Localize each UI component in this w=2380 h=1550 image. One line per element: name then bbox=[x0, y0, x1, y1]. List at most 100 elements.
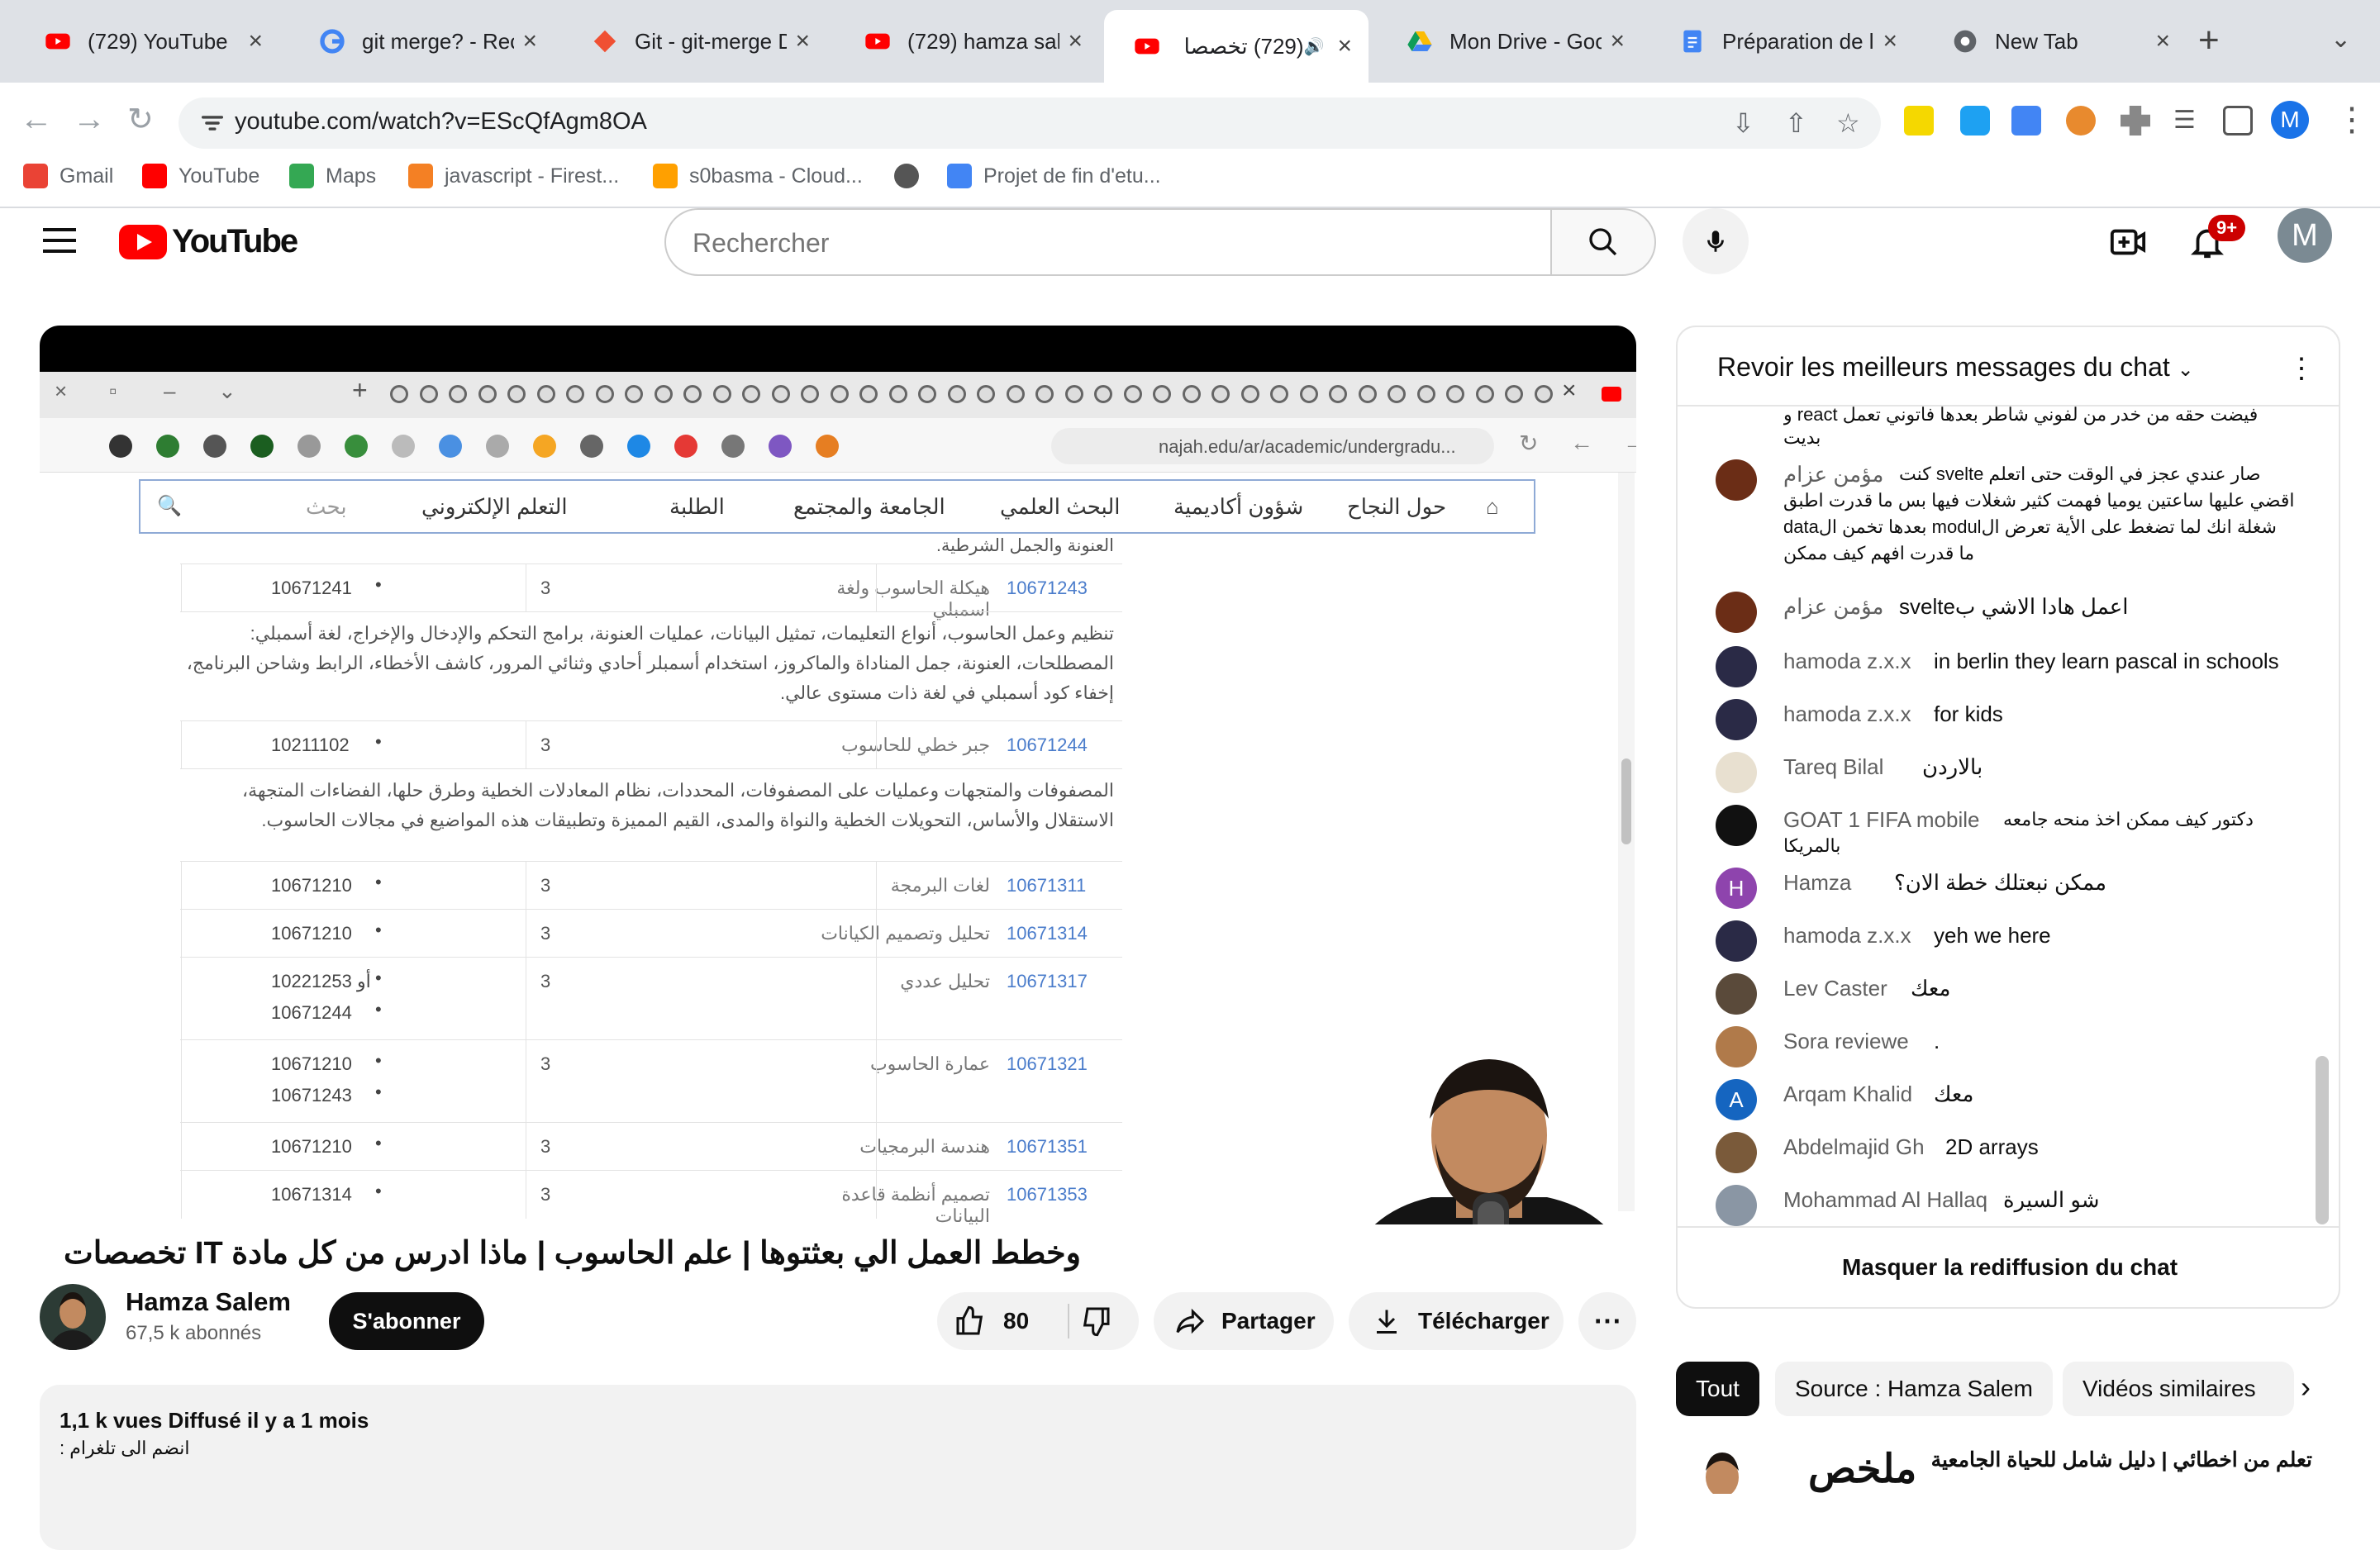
share-icon[interactable]: ⇧ bbox=[1785, 107, 1807, 139]
chat-message: مؤمن عزام صار عندي عجز في الوقت حتى اتعلم… bbox=[1716, 459, 2311, 563]
side-panel-icon[interactable] bbox=[2223, 106, 2253, 136]
chip-all[interactable]: Tout bbox=[1676, 1362, 1759, 1416]
extension-icon[interactable] bbox=[2066, 106, 2096, 136]
browser-tab[interactable]: (729) تخصصا 🔊 × bbox=[1104, 10, 1368, 83]
chat-avatar[interactable] bbox=[1716, 1026, 1757, 1067]
browser-tab[interactable]: Préparation de la × bbox=[1649, 12, 1914, 71]
chip-related[interactable]: Vidéos similaires bbox=[2063, 1362, 2294, 1416]
extension-icon[interactable] bbox=[1904, 106, 1934, 136]
search-input[interactable]: Rechercher bbox=[664, 208, 1552, 276]
chat-author[interactable]: Hamza bbox=[1783, 869, 1851, 896]
chat-author[interactable]: hamoda z.x.x bbox=[1783, 648, 1911, 674]
browser-tab[interactable]: New Tab × bbox=[1922, 12, 2187, 71]
new-tab-icon[interactable]: + bbox=[2198, 20, 2220, 61]
menu-icon[interactable] bbox=[43, 228, 76, 253]
address-bar[interactable]: youtube.com/watch?v=EScQfAgm8OA ⇩ ⇧ ☆ bbox=[178, 97, 1881, 149]
chat-avatar[interactable] bbox=[1716, 459, 1757, 501]
extension-icon[interactable] bbox=[1960, 106, 1990, 136]
site-info-icon[interactable] bbox=[198, 109, 226, 137]
chat-author[interactable]: hamoda z.x.x bbox=[1783, 701, 1911, 727]
speaker-icon[interactable]: 🔊 bbox=[1304, 36, 1325, 57]
bookmark-item[interactable]: s0basma - Cloud... bbox=[653, 164, 863, 188]
chat-avatar[interactable] bbox=[1716, 973, 1757, 1015]
back-icon[interactable]: ← bbox=[20, 101, 53, 138]
account-avatar[interactable]: M bbox=[2278, 208, 2332, 263]
chat-mode-dropdown[interactable]: Revoir les meilleurs messages du chat ⌄ bbox=[1717, 352, 2194, 383]
table-row: 10671321 عمارة الحاسوب 3 10671210 • 10671243 • bbox=[180, 1039, 1122, 1123]
close-tab-icon[interactable]: × bbox=[522, 27, 537, 55]
chat-avatar[interactable] bbox=[1716, 805, 1757, 846]
chat-avatar[interactable]: A bbox=[1716, 1079, 1757, 1120]
browser-tab[interactable]: (729) hamza sale × bbox=[835, 12, 1099, 71]
create-video-icon[interactable] bbox=[2109, 223, 2147, 261]
profile-avatar[interactable]: M bbox=[2271, 101, 2309, 139]
media-control-icon[interactable]: ☰ bbox=[2173, 106, 2203, 136]
install-icon[interactable]: ⇩ bbox=[1732, 107, 1754, 139]
forward-icon[interactable]: → bbox=[73, 101, 106, 138]
chat-author[interactable]: Tareq Bilal bbox=[1783, 754, 1883, 780]
dislike-button[interactable] bbox=[1079, 1292, 1139, 1350]
browser-menu-icon[interactable]: ⋮ bbox=[2335, 101, 2368, 139]
download-button[interactable]: Télécharger bbox=[1349, 1292, 1564, 1350]
chat-author[interactable]: Mohammad Al Hallaq bbox=[1783, 1186, 1987, 1213]
more-actions-button[interactable]: ⋯ bbox=[1578, 1292, 1636, 1350]
reload-icon[interactable]: ↻ bbox=[127, 101, 154, 138]
like-count: 80 bbox=[1003, 1308, 1030, 1334]
recommended-video[interactable]: ملخص تعلم من اخطائي | دليل شامل للحياة ا… bbox=[1676, 1444, 2337, 1494]
bookmark-item[interactable] bbox=[894, 164, 931, 188]
extensions-puzzle-icon[interactable] bbox=[2121, 106, 2150, 136]
chat-author[interactable]: GOAT 1 FIFA mobile bbox=[1783, 806, 1979, 833]
url-text[interactable]: youtube.com/watch?v=EScQfAgm8OA bbox=[235, 108, 647, 136]
search-button[interactable] bbox=[1550, 208, 1656, 276]
chat-avatar[interactable] bbox=[1716, 646, 1757, 687]
youtube-logo[interactable]: YouTube bbox=[119, 223, 298, 260]
browser-tab[interactable]: Git - git-merge D × bbox=[562, 12, 826, 71]
browser-tab[interactable]: Mon Drive - Goo × bbox=[1377, 12, 1641, 71]
close-tab-icon[interactable]: × bbox=[795, 27, 810, 55]
chat-author[interactable]: Arqam Khalid bbox=[1783, 1081, 1912, 1107]
chat-author[interactable]: مؤمن عزام bbox=[1783, 593, 1883, 620]
chat-avatar[interactable] bbox=[1716, 752, 1757, 793]
close-tab-icon[interactable]: × bbox=[2155, 27, 2170, 55]
chat-author[interactable]: مؤمن عزام bbox=[1783, 461, 1883, 487]
chat-avatar[interactable] bbox=[1716, 920, 1757, 962]
channel-avatar[interactable] bbox=[40, 1284, 106, 1350]
bookmark-item[interactable]: javascript - Firest... bbox=[408, 164, 619, 188]
tab-search-chevron-icon[interactable]: ⌄ bbox=[2330, 25, 2351, 54]
close-tab-icon[interactable]: × bbox=[1610, 27, 1625, 55]
browser-tab[interactable]: git merge? - Rec × bbox=[289, 12, 554, 71]
close-tab-icon[interactable]: × bbox=[1068, 27, 1083, 55]
chat-author[interactable]: Sora reviewe bbox=[1783, 1028, 1909, 1054]
bookmark-item[interactable]: Gmail bbox=[23, 164, 113, 188]
chat-author[interactable]: Abdelmajid Gh bbox=[1783, 1134, 1925, 1160]
close-tab-icon[interactable]: × bbox=[248, 27, 263, 55]
chat-author[interactable]: Lev Caster bbox=[1783, 975, 1887, 1001]
bookmark-item[interactable]: YouTube bbox=[142, 164, 259, 188]
close-tab-icon[interactable]: × bbox=[1883, 27, 1897, 55]
translate-extension-icon[interactable] bbox=[2011, 106, 2041, 136]
chevron-right-icon[interactable]: › bbox=[2301, 1370, 2311, 1405]
chip-source[interactable]: Source : Hamza Salem bbox=[1775, 1362, 2053, 1416]
description-box[interactable]: 1,1 k vues Diffusé il y a 1 mois انضم ال… bbox=[40, 1385, 1636, 1550]
chat-more-icon[interactable]: ⋮ bbox=[2287, 352, 2316, 385]
bookmark-item[interactable]: Maps bbox=[289, 164, 376, 188]
chat-avatar[interactable] bbox=[1716, 1185, 1757, 1226]
bookmark-star-icon[interactable]: ☆ bbox=[1836, 107, 1860, 139]
subscribe-button[interactable]: S'abonner bbox=[329, 1292, 484, 1350]
chat-scrollbar[interactable] bbox=[2316, 1056, 2329, 1224]
hide-chat-button[interactable]: Masquer la rediffusion du chat bbox=[1678, 1254, 2339, 1281]
channel-name[interactable]: Hamza Salem bbox=[126, 1287, 291, 1317]
like-button[interactable]: 80 bbox=[937, 1292, 1068, 1350]
share-button[interactable]: Partager bbox=[1154, 1292, 1334, 1350]
bookmark-item[interactable]: Projet de fin d'etu... bbox=[947, 164, 1161, 188]
chat-author[interactable]: hamoda z.x.x bbox=[1783, 922, 1911, 949]
voice-search-button[interactable] bbox=[1683, 208, 1749, 274]
chat-avatar[interactable] bbox=[1716, 699, 1757, 740]
video-tab-favicon-icon bbox=[888, 385, 907, 403]
chat-avatar[interactable] bbox=[1716, 1132, 1757, 1173]
video-player[interactable]: ×▫–⌄+× ☆⇆↻←→ najah.edu/ar/academic/under… bbox=[40, 326, 1636, 1224]
chat-avatar[interactable]: H bbox=[1716, 868, 1757, 909]
browser-tab[interactable]: (729) YouTube × bbox=[15, 12, 279, 71]
close-tab-icon[interactable]: × bbox=[1337, 32, 1352, 60]
chat-avatar[interactable] bbox=[1716, 592, 1757, 633]
